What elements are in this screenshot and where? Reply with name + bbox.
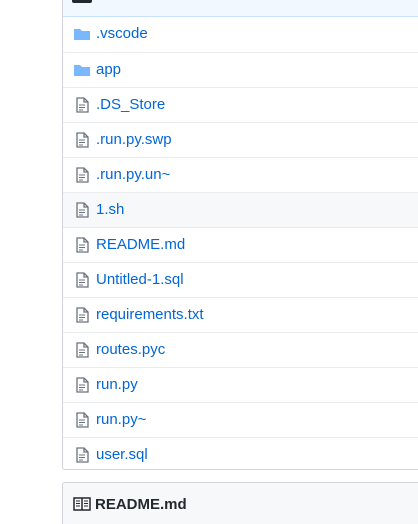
file-link[interactable]: requirements.txt [96,306,204,324]
file-icon [73,272,91,288]
file-row[interactable]: user.sql [63,437,418,469]
file-icon [73,237,91,253]
folder-icon [73,62,91,78]
file-row[interactable]: .run.py.swp [63,122,418,157]
file-row[interactable]: README.md [63,227,418,262]
file-row[interactable]: app [63,52,418,87]
commit-header [63,0,418,17]
file-icon [73,342,91,358]
file-icon [73,167,91,183]
file-icon [73,377,91,393]
file-link[interactable]: .run.py.un~ [96,166,170,184]
folder-icon [73,26,91,42]
file-row[interactable]: .run.py.un~ [63,157,418,192]
file-icon [73,412,91,428]
file-rows: .vscode app .DS_Store .run.py.swp .run.py.un… [63,17,418,469]
file-row[interactable]: run.py [63,367,418,402]
file-icon [73,97,91,113]
file-link[interactable]: routes.pyc [96,341,165,359]
file-list: .vscode app .DS_Store .run.py.swp .run.py.un… [62,0,418,470]
file-link[interactable]: .run.py.swp [96,131,172,149]
avatar[interactable] [72,0,92,3]
file-row[interactable]: requirements.txt [63,297,418,332]
file-icon [73,307,91,323]
repo-page: .vscode app .DS_Store .run.py.swp .run.py.un… [0,0,418,524]
file-row[interactable]: Untitled-1.sql [63,262,418,297]
readme-title[interactable]: README.md [95,496,187,513]
file-icon [73,447,91,463]
file-link[interactable]: 1.sh [96,201,124,219]
file-icon [73,202,91,218]
file-row[interactable]: .DS_Store [63,87,418,122]
file-link[interactable]: run.py~ [96,411,146,429]
file-link[interactable]: README.md [96,236,185,254]
file-link[interactable]: .vscode [96,25,148,43]
file-row[interactable]: routes.pyc [63,332,418,367]
book-icon [73,497,91,511]
file-row[interactable]: run.py~ [63,402,418,437]
file-link[interactable]: .DS_Store [96,96,165,114]
file-row[interactable]: 1.sh [63,192,418,227]
file-link[interactable]: app [96,61,121,79]
readme-panel: README.md [62,482,418,524]
file-link[interactable]: run.py [96,376,138,394]
file-icon [73,132,91,148]
file-link[interactable]: user.sql [96,446,148,464]
file-row[interactable]: .vscode [63,17,418,52]
readme-header: README.md [73,494,187,514]
file-link[interactable]: Untitled-1.sql [96,271,184,289]
